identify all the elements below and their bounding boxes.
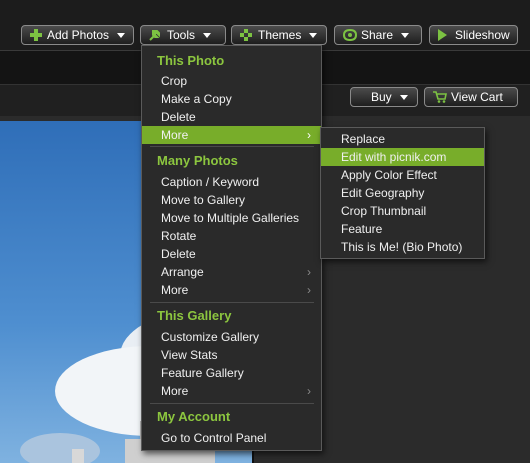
tools-button[interactable]: Tools [140,25,226,45]
section-header-my-account: My Account [157,409,231,424]
themes-label: Themes [258,28,302,42]
cart-icon [433,91,447,103]
section-header-this-photo: This Photo [157,53,225,68]
slideshow-label: Slideshow [455,28,510,42]
menu-item-label: More [161,283,189,297]
add-photos-label: Add Photos [46,28,109,42]
menu-item-feature-gallery[interactable]: Feature Gallery [142,364,321,382]
section-header-many-photos: Many Photos [157,153,238,168]
chevron-right-icon: › [307,265,311,279]
menu-item-crop[interactable]: Crop [142,72,321,90]
submenu-item-replace[interactable]: Replace [321,130,484,148]
menu-item-go-to-control-panel[interactable]: Go to Control Panel [142,429,321,447]
share-icon [343,28,357,42]
menu-item-more-gallery[interactable]: More › [142,382,321,400]
section-header-this-gallery: This Gallery [157,308,232,323]
submenu-item-edit-with-picnik[interactable]: Edit with picnik.com [321,148,484,166]
menu-divider [150,146,314,147]
menu-item-more-many[interactable]: More › [142,281,321,299]
menu-item-customize-gallery[interactable]: Customize Gallery [142,328,321,346]
wrench-icon [149,29,161,41]
chevron-right-icon: › [307,283,311,297]
menu-item-label: More [161,384,189,398]
tools-menu: This Photo Crop Make a Copy Delete More … [141,45,322,451]
chevron-down-icon [401,32,410,38]
chevron-right-icon: › [307,128,311,142]
tools-label: Tools [167,28,196,42]
submenu-item-crop-thumbnail[interactable]: Crop Thumbnail [321,202,484,220]
submenu-item-this-is-me[interactable]: This is Me! (Bio Photo) [321,238,484,256]
slideshow-button[interactable]: Slideshow [429,25,518,45]
chevron-down-icon [203,32,212,38]
plus-icon [30,29,42,41]
menu-item-more-photo[interactable]: More › [142,126,321,144]
submenu-item-apply-color-effect[interactable]: Apply Color Effect [321,166,484,184]
menu-item-view-stats[interactable]: View Stats [142,346,321,364]
menu-item-label: More [161,128,189,142]
menu-item-make-a-copy[interactable]: Make a Copy [142,90,321,108]
menu-item-arrange[interactable]: Arrange › [142,263,321,281]
buy-button[interactable]: Buy [350,87,418,107]
menu-item-delete-photo[interactable]: Delete [142,108,321,126]
chevron-down-icon [399,94,408,100]
chevron-down-icon [309,32,318,38]
buy-label: Buy [371,90,392,104]
themes-icon [240,29,252,41]
view-cart-label: View Cart [451,90,503,104]
submenu-item-edit-geography[interactable]: Edit Geography [321,184,484,202]
chevron-down-icon [117,32,125,38]
more-submenu: Replace Edit with picnik.com Apply Color… [320,127,485,259]
menu-item-caption-keyword[interactable]: Caption / Keyword [142,173,321,191]
menu-divider [150,403,314,404]
themes-button[interactable]: Themes [231,25,327,45]
menu-item-label: Arrange [161,265,204,279]
share-label: Share [361,28,394,42]
menu-item-rotate[interactable]: Rotate [142,227,321,245]
view-cart-button[interactable]: View Cart [424,87,518,107]
menu-item-delete-many[interactable]: Delete [142,245,321,263]
menu-divider [150,302,314,303]
submenu-item-feature[interactable]: Feature [321,220,484,238]
menu-item-move-to-gallery[interactable]: Move to Gallery [142,191,321,209]
chevron-right-icon: › [307,384,311,398]
add-photos-button[interactable]: Add Photos [21,25,134,45]
share-button[interactable]: Share [334,25,422,45]
menu-item-move-to-multiple-galleries[interactable]: Move to Multiple Galleries [142,209,321,227]
play-icon [438,29,447,41]
